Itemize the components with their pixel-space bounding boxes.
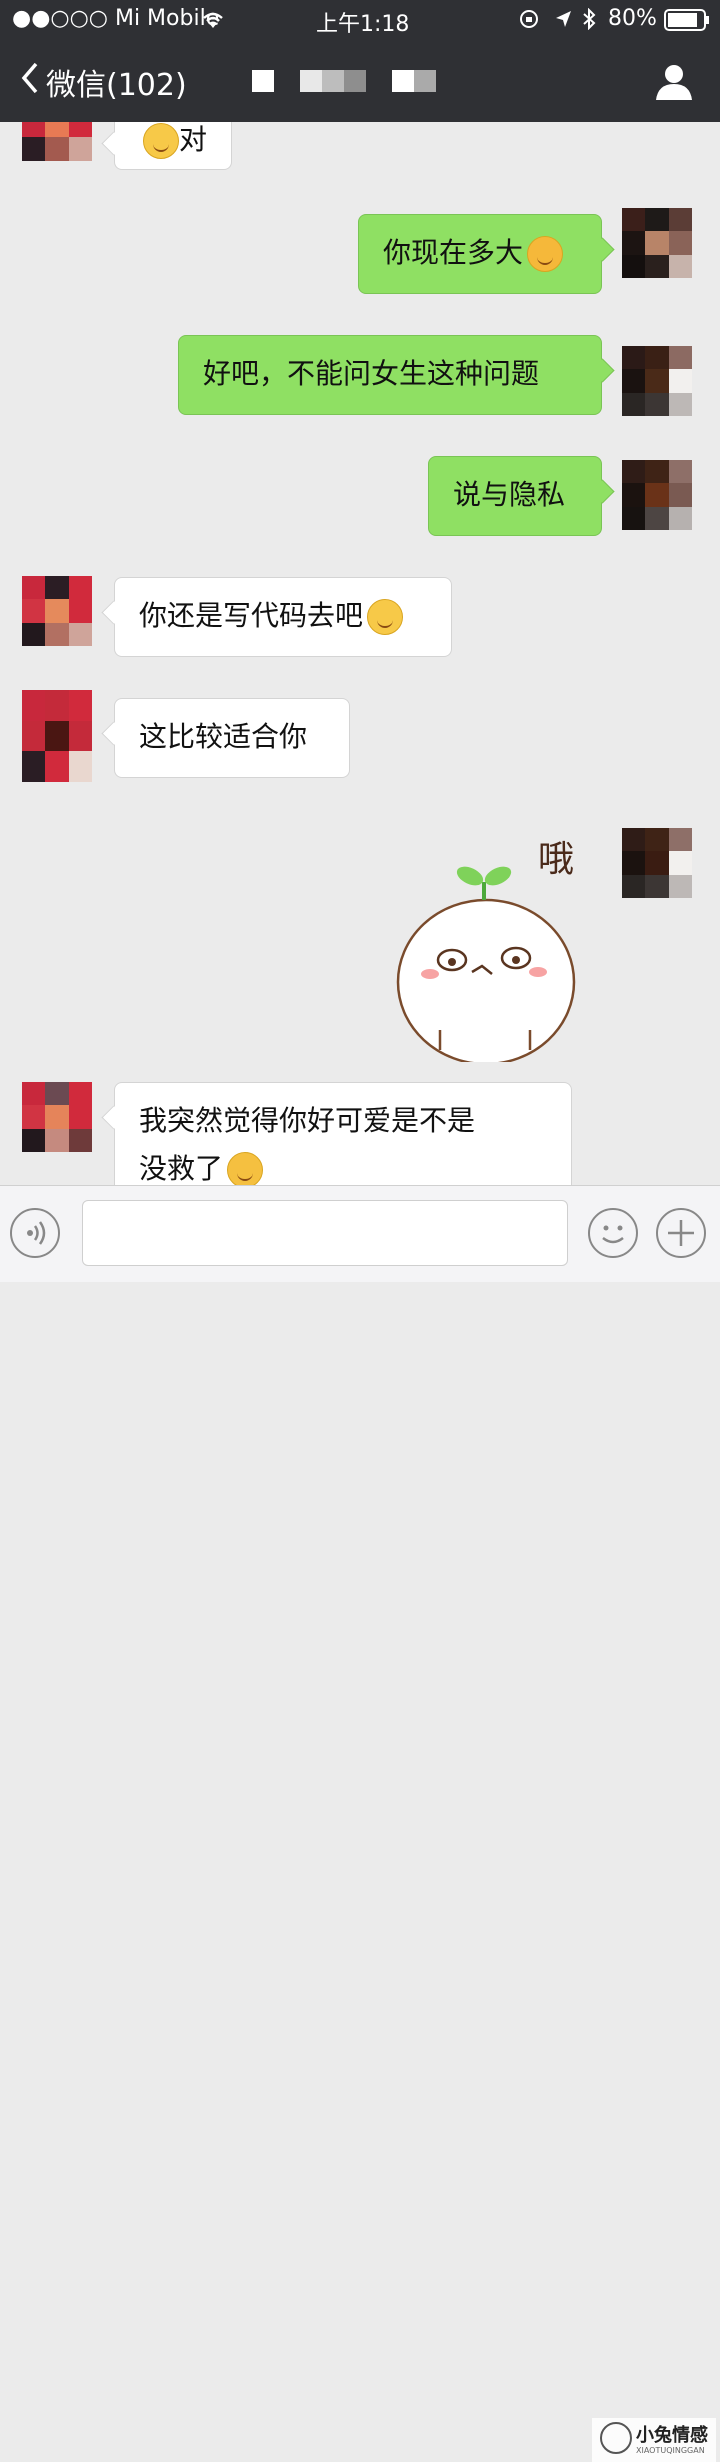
voice-button[interactable] <box>10 1208 60 1258</box>
carrier-label: ●●○○○ Mi Mobile <box>12 6 220 31</box>
message-input[interactable] <box>82 1200 568 1266</box>
wifi-icon <box>200 8 226 36</box>
back-chevron-icon <box>18 60 42 104</box>
input-bar: 小兔情感 XIAOTUQINGGAN <box>0 1185 720 2462</box>
heart-eyes-emoji-icon <box>527 236 564 272</box>
nav-bar: 微信(102) <box>0 40 720 122</box>
message-text: 你现在多大 <box>383 236 524 269</box>
laugh-cry-emoji-icon <box>227 1152 264 1185</box>
emoji-icon <box>602 1225 624 1244</box>
watermark-logo: 小兔情感 XIAOTUQINGGAN <box>592 2418 716 2462</box>
battery-percent: 80% <box>608 6 657 31</box>
thinking-emoji-icon <box>367 599 404 635</box>
message-text-line: 我突然觉得你好可爱是不是 <box>139 1104 476 1137</box>
chat-area[interactable]: 对 你现在多大 好吧，不能问女生这种问题 说与隐私 你还是写代码去吧 这比较适合… <box>0 122 720 1185</box>
avatar-self[interactable] <box>622 346 692 416</box>
sticker-caption: 哦 <box>538 839 575 880</box>
avatar-self[interactable] <box>622 460 692 530</box>
avatar-self[interactable] <box>622 828 692 898</box>
profile-icon[interactable] <box>656 62 692 102</box>
message-bubble-received[interactable]: 我突然觉得你好可爱是不是 没救了 <box>114 1082 572 1185</box>
plus-button[interactable] <box>656 1208 706 1258</box>
message-text-line: 没救了 <box>139 1152 224 1185</box>
voice-icon <box>27 1221 46 1245</box>
message-text: 你还是写代码去吧 <box>139 599 364 632</box>
message-text: 这比较适合你 <box>139 720 308 753</box>
message-bubble-received[interactable]: 对 <box>114 122 232 170</box>
plus-icon <box>668 1220 694 1246</box>
back-label: 微信(102) <box>46 68 187 103</box>
smile-emoji-icon <box>143 123 179 159</box>
back-button[interactable]: 微信(102) <box>18 60 187 104</box>
watermark-subtext: XIAOTUQINGGAN <box>636 2446 705 2455</box>
status-bar: ●●○○○ Mi Mobile 上午1:18 80% <box>0 0 720 40</box>
battery-icon <box>664 9 710 37</box>
watermark-text: 小兔情感 <box>636 2425 708 2446</box>
message-bubble-sent[interactable]: 你现在多大 <box>358 214 602 294</box>
message-bubble-sent[interactable]: 说与隐私 <box>428 456 602 536</box>
avatar-contact[interactable] <box>22 122 92 184</box>
message-bubble-received[interactable]: 这比较适合你 <box>114 698 350 778</box>
chat-title-redacted <box>252 70 436 92</box>
rotation-lock-icon <box>519 9 539 35</box>
message-text: 对 <box>179 123 208 156</box>
avatar-contact[interactable] <box>22 576 92 646</box>
message-bubble-received[interactable]: 你还是写代码去吧 <box>114 577 452 657</box>
message-text: 说与隐私 <box>453 478 566 511</box>
sticker-image[interactable] <box>390 832 610 1066</box>
message-bubble-sent[interactable]: 好吧，不能问女生这种问题 <box>178 335 602 415</box>
emoji-button[interactable] <box>588 1208 638 1258</box>
bluetooth-icon <box>582 7 596 36</box>
clock: 上午1:18 <box>316 12 410 37</box>
avatar-contact[interactable] <box>22 690 92 782</box>
avatar-self[interactable] <box>622 208 692 278</box>
avatar-contact[interactable] <box>22 1082 92 1152</box>
message-text: 好吧，不能问女生这种问题 <box>203 357 540 390</box>
location-icon <box>554 9 572 35</box>
